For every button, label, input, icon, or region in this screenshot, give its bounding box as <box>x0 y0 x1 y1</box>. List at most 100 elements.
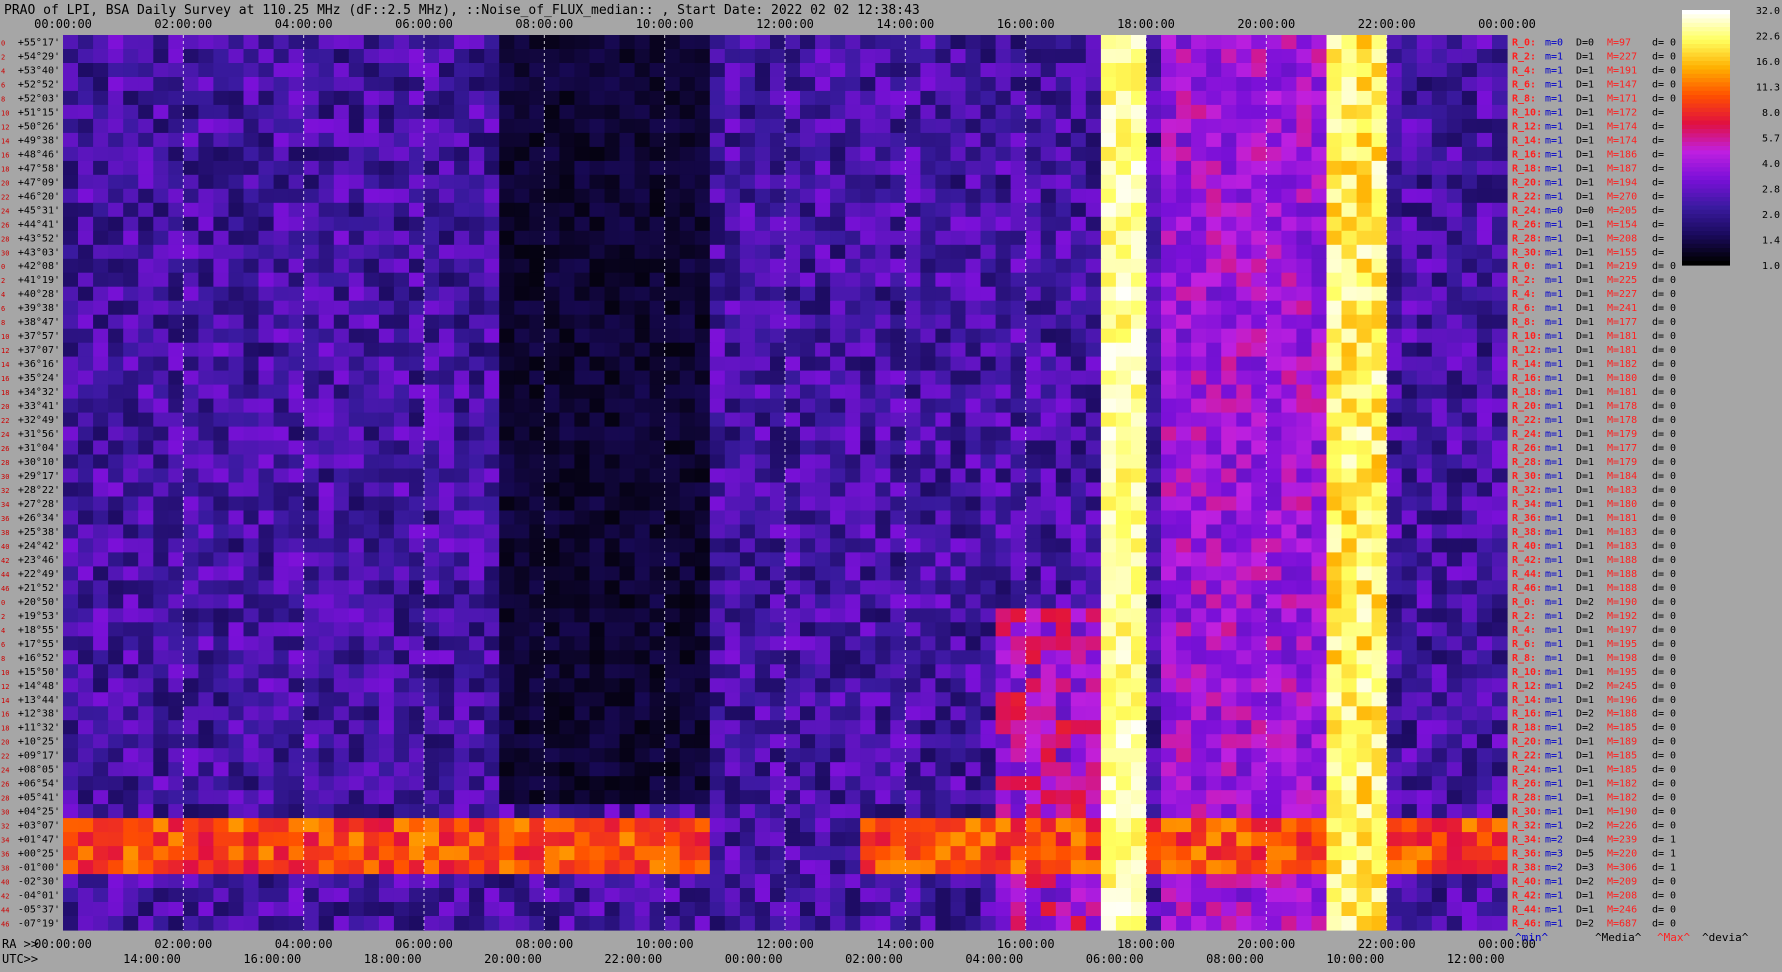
heatmap-cell <box>1371 496 1388 512</box>
heatmap-cell <box>890 370 906 386</box>
heatmap-cell <box>1070 35 1087 50</box>
heatmap-cell <box>1326 272 1343 288</box>
heatmap-cell <box>905 482 921 498</box>
heatmap-cell <box>1446 230 1463 246</box>
heatmap-cell <box>499 286 515 302</box>
heatmap-cell <box>649 328 666 344</box>
heatmap-cell <box>1311 454 1328 470</box>
heatmap-cell <box>1341 552 1358 567</box>
heatmap-cell <box>1461 398 1478 414</box>
heatmap-cell <box>1386 734 1403 749</box>
heatmap-cell <box>1326 566 1343 581</box>
heatmap-cell <box>1416 188 1433 204</box>
heatmap-cell <box>1311 300 1328 316</box>
heatmap-cell <box>1040 510 1057 526</box>
heatmap-cell <box>78 370 94 386</box>
heatmap-cell <box>363 650 380 665</box>
heatmap-cell <box>574 328 590 344</box>
heatmap-cell <box>935 174 951 190</box>
heatmap-cell <box>709 678 726 693</box>
heatmap-cell <box>393 370 410 386</box>
heatmap-cell <box>484 636 500 651</box>
heatmap-cell <box>1206 706 1222 721</box>
heatmap-cell <box>544 538 560 553</box>
heatmap-cell <box>770 216 786 232</box>
heatmap-cell <box>1146 118 1162 134</box>
heatmap-cell <box>1401 202 1418 218</box>
heatmap-cell <box>1401 104 1418 120</box>
heatmap-cell <box>1251 678 1267 693</box>
heatmap-cell <box>63 524 79 540</box>
heatmap-cell <box>529 608 545 623</box>
heatmap-cell <box>363 636 380 651</box>
heatmap-cell <box>108 566 124 581</box>
heatmap-cell <box>1492 132 1508 148</box>
heatmap-cell <box>78 118 94 134</box>
heatmap-cell <box>1371 538 1388 553</box>
heatmap-cell <box>1311 202 1328 218</box>
heatmap-cell <box>1055 720 1072 735</box>
heatmap-cell <box>1446 426 1463 442</box>
heatmap-cell <box>424 622 440 637</box>
heatmap-cell <box>634 35 651 50</box>
heatmap-cell <box>273 146 290 162</box>
heatmap-cell <box>1191 230 1207 246</box>
heatmap-cell <box>1311 426 1328 442</box>
heatmap-cell <box>1221 272 1237 288</box>
heatmap-cell <box>514 244 530 260</box>
heatmap-cell <box>1476 314 1493 330</box>
heatmap-cell <box>1296 216 1312 232</box>
heatmap-cell <box>950 384 967 400</box>
heatmap-cell <box>890 118 906 134</box>
heatmap-cell <box>484 104 500 120</box>
heatmap-cell <box>679 202 696 218</box>
heatmap-cell <box>679 328 696 344</box>
heatmap-cell <box>273 706 290 721</box>
heatmap-cell <box>439 496 455 512</box>
heatmap-cell <box>1191 104 1207 120</box>
heatmap-cell <box>739 328 756 344</box>
heatmap-cell <box>1476 174 1493 190</box>
heatmap-cell <box>845 692 861 707</box>
heatmap-cell <box>1025 370 1042 386</box>
heatmap-cell <box>1146 49 1162 64</box>
heatmap-cell <box>424 202 440 218</box>
heatmap-cell <box>679 77 696 92</box>
heatmap-cell <box>1401 160 1418 176</box>
heatmap-cell <box>1010 566 1027 581</box>
heatmap-cell <box>439 720 455 735</box>
heatmap-cell <box>333 63 350 78</box>
heatmap-cell <box>950 734 967 749</box>
heatmap-cell <box>454 342 470 358</box>
heatmap-cell <box>1131 650 1147 665</box>
heatmap-cell <box>1146 650 1162 665</box>
heatmap-cell <box>333 692 350 707</box>
heatmap-cell <box>905 160 921 176</box>
heatmap-cell <box>63 35 79 50</box>
heatmap-cell <box>544 440 560 456</box>
heatmap-cell <box>529 49 545 64</box>
heatmap-cell <box>1100 552 1117 567</box>
heatmap-cell <box>1341 384 1358 400</box>
heatmap-cell <box>288 748 305 763</box>
heatmap-cell <box>1070 258 1087 274</box>
heatmap-cell <box>198 398 214 414</box>
heatmap-cell <box>1100 384 1117 400</box>
heatmap-cell <box>920 384 936 400</box>
heatmap-cell <box>243 482 260 498</box>
heatmap-cell <box>664 440 681 456</box>
heatmap-cell <box>664 328 681 344</box>
heatmap-cell <box>574 202 590 218</box>
heatmap-cell <box>153 608 169 623</box>
heatmap-cell <box>393 636 410 651</box>
heatmap-cell <box>1131 720 1147 735</box>
heatmap-cell <box>815 734 831 749</box>
heatmap-cell <box>1055 594 1072 609</box>
heatmap-cell <box>1100 398 1117 414</box>
heatmap-cell <box>980 272 997 288</box>
heatmap-cell <box>709 580 726 595</box>
heatmap-cell <box>1251 580 1267 595</box>
heatmap-cell <box>318 314 335 330</box>
heatmap-cell <box>1356 594 1373 609</box>
heatmap-cell <box>1416 132 1433 148</box>
